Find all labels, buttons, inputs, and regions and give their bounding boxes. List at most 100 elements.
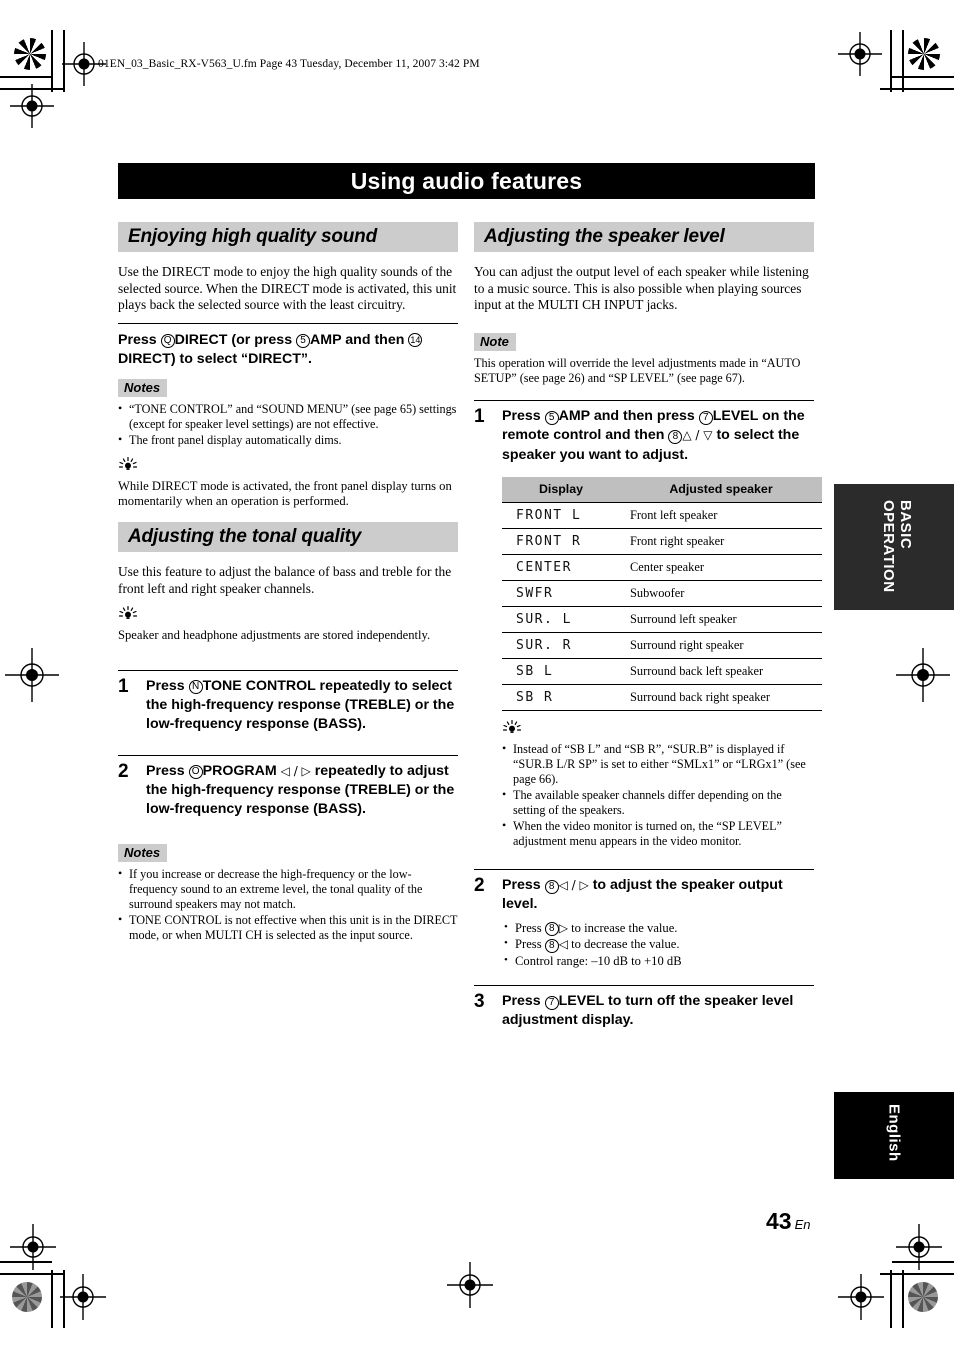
section-heading-label: Enjoying high quality sound (128, 226, 377, 247)
step-text: Press 5 AMP and then press 7 LEVEL on the … (502, 407, 814, 465)
level-label: LEVEL (712, 408, 759, 425)
press-word: Press (515, 920, 542, 935)
display-value: SUR. L (502, 606, 620, 633)
left-right-arrows-icon: ◁ / ▷ (280, 763, 311, 778)
tip-sunburst-icon (118, 606, 458, 626)
step-number: 1 (118, 675, 129, 697)
side-tab-language: English (834, 1092, 954, 1179)
step2-sub-item: Press 8◁ to decrease the value. (502, 935, 814, 953)
speaker-display-table: Display Adjusted speaker FRONT L Front l… (502, 477, 822, 712)
press-word: Press (515, 937, 542, 952)
display-value: FRONT L (502, 502, 620, 529)
tip-item: The available speaker channels differ de… (502, 787, 814, 818)
chapter-title-bar: Using audio features (118, 163, 815, 199)
remote-key-8-icon: 8 (544, 879, 559, 894)
table-row: SWFR Subwoofer (502, 580, 822, 607)
display-value: CENTER (502, 554, 620, 581)
note-item: “TONE CONTROL” and “SOUND MENU” (see pag… (118, 401, 458, 432)
side-tab-language-label: English (885, 1104, 903, 1162)
notes-list-2: If you increase or decrease the high-fre… (118, 866, 458, 943)
tip-sunburst-icon (118, 456, 458, 477)
sub-item-text: to decrease the value. (571, 937, 680, 952)
amp-label: AMP (558, 408, 590, 425)
left-right-arrows-icon: ◁ / ▷ (558, 878, 589, 893)
step-2-program: 2 Press O PROGRAM ◁ / ▷ repeatedly to adj… (118, 754, 458, 820)
registration-dot-bottom-right (908, 1282, 938, 1312)
and-then-word: and then (345, 331, 405, 348)
step-2-adjust-level: 2 Press 8 ◁ / ▷ to adjust the speaker out… (474, 869, 814, 973)
direct-label-1: DIRECT (174, 331, 228, 348)
table-row: SUR. L Surround left speaker (502, 606, 822, 633)
press-word: Press (146, 762, 185, 779)
direct-instruction: Press Q DIRECT (or press 5 AMP and then 14… (118, 331, 458, 369)
registration-mark-left-middle (5, 648, 59, 702)
step-text: Press 7 LEVEL to turn off the speaker lev… (502, 992, 814, 1031)
tip-sunburst-icon (502, 719, 814, 740)
tip-item: When the video monitor is turned on, the… (502, 818, 814, 849)
section2-intro: Use this feature to adjust the balance o… (118, 563, 452, 596)
direct-instruction-block: Press Q DIRECT (or press 5 AMP and then 14… (118, 322, 458, 369)
table-row: CENTER Center speaker (502, 554, 822, 581)
speaker-name: Surround right speaker (620, 632, 822, 659)
tip-item: Instead of “SB L” and “SB R”, “SUR.B” is… (502, 741, 814, 787)
table-row: FRONT L Front left speaker (502, 502, 822, 529)
step-text: Press O PROGRAM ◁ / ▷ repeatedly to adjus… (146, 762, 458, 820)
step2-tail: to adjust the speaker output level. (502, 877, 783, 913)
chapter-title: Using audio features (350, 167, 583, 194)
left-column: Enjoying high quality sound Use the DIRE… (118, 222, 458, 945)
section-heading-adjusting-speaker-level: Adjusting the speaker level (474, 222, 814, 252)
table-header-row: Display Adjusted speaker (502, 477, 822, 504)
column-header-display: Display (502, 477, 620, 504)
table-row: SUR. R Surround right speaker (502, 632, 822, 659)
press-word: Press (502, 877, 541, 894)
note-item: The front panel display automatically di… (118, 432, 458, 448)
registration-mark-bottom-center (447, 1262, 493, 1308)
sub-item-text: to increase the value. (571, 920, 678, 935)
note-text-right: This operation will override the level a… (474, 355, 801, 385)
display-value: SB L (502, 658, 620, 685)
tip-text-2: Speaker and headphone adjustments are st… (118, 628, 431, 643)
step-number: 1 (474, 406, 485, 428)
remote-key-o-icon: O (188, 765, 203, 780)
right-arrow-icon: ▷ (558, 920, 568, 935)
press-word: Press (502, 408, 541, 425)
notes-label-2: Notes (118, 843, 168, 862)
speaker-name: Center speaker (620, 554, 822, 581)
step2-sub-item: Press 8▷ to increase the value. (502, 919, 814, 937)
side-tab-basic-operation: BASIC OPERATION (834, 484, 954, 610)
speaker-name: Surround back right speaker (620, 684, 822, 712)
step-text: Press N TONE CONTROL repeatedly to select… (146, 677, 458, 735)
or-press-word: (or press (231, 331, 293, 348)
and-then-press-word: and then press (593, 408, 695, 425)
step-1-level-select: 1 Press 5 AMP and then press 7 LEVEL on th… (474, 400, 814, 465)
remote-key-14-icon: 14 (408, 333, 423, 348)
program-label: PROGRAM (202, 762, 277, 779)
registration-dot-top-right (908, 38, 940, 70)
table-row: SB R Surround back right speaker (502, 684, 822, 712)
tip-text-1: While DIRECT mode is activated, the fron… (118, 478, 452, 509)
speaker-name: Surround left speaker (620, 606, 822, 633)
step2-sub-item: Control range: –10 dB to +10 dB (502, 952, 814, 970)
display-value: SB R (502, 684, 620, 712)
right-column: Adjusting the speaker level You can adju… (474, 222, 822, 1031)
instruction-tail: ) to select “DIRECT”. (170, 350, 312, 367)
step-number: 3 (474, 991, 485, 1013)
section1-intro: Use the DIRECT mode to enjoy the high qu… (118, 264, 457, 313)
notes-list-1: “TONE CONTROL” and “SOUND MENU” (see pag… (118, 401, 458, 448)
step-3-turn-off-display: 3 Press 7 LEVEL to turn off the speaker l… (474, 985, 814, 1031)
side-tab-basic-label: BASIC OPERATION (880, 500, 914, 593)
display-value: FRONT R (502, 528, 620, 555)
amp-label: AMP (310, 331, 342, 348)
remote-key-8-icon: 8 (668, 429, 683, 444)
page-number-suffix: En (794, 1217, 811, 1232)
file-header-line: 01EN_03_Basic_RX-V563_U.fm Page 43 Tuesd… (98, 58, 480, 70)
registration-dot-bottom-left (12, 1282, 42, 1312)
manual-page: 01EN_03_Basic_RX-V563_U.fm Page 43 Tuesd… (0, 0, 954, 1351)
level-label: LEVEL (558, 993, 605, 1010)
section-heading-label: Adjusting the tonal quality (128, 525, 362, 547)
tone-control-label: TONE CONTROL (202, 677, 316, 694)
column-header-adjusted-speaker: Adjusted speaker (620, 477, 822, 504)
step-number: 2 (474, 875, 485, 897)
remote-key-q-icon: Q (160, 334, 175, 349)
speaker-name: Front left speaker (620, 502, 822, 529)
